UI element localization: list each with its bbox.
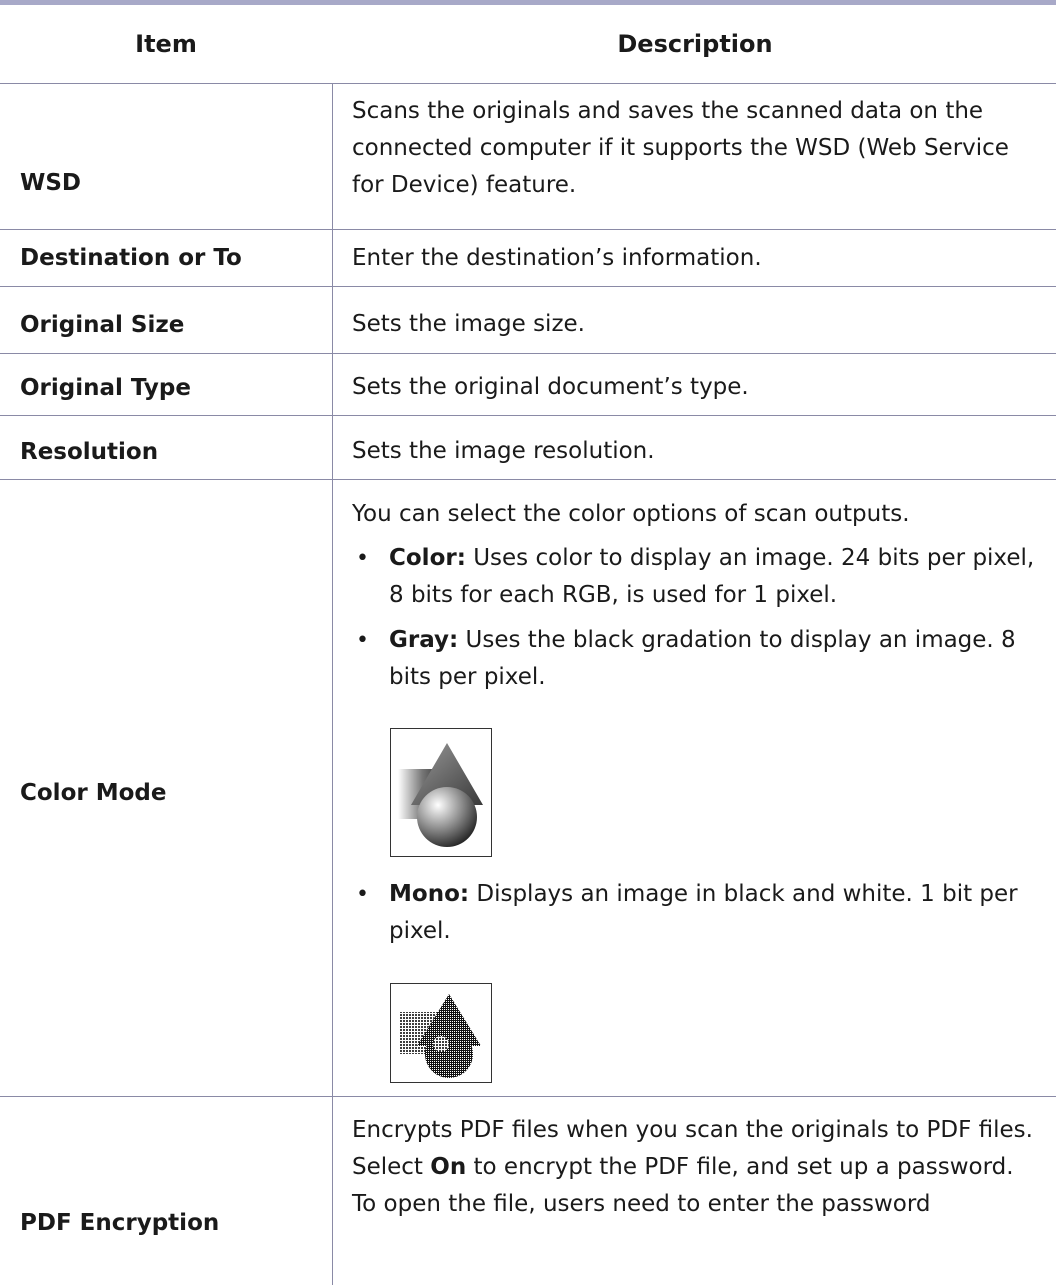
row-item-original-size: Original Size [20,312,185,338]
gray-sample-icon [390,728,492,857]
row-divider [0,1096,1056,1097]
row-description-destination: Enter the destination’s information. [352,245,762,271]
row-item-destination: Destination or To [20,245,242,271]
row-description-wsd: Scans the originals and saves the scanne… [352,98,1009,198]
row-divider [0,286,1056,287]
row-item-resolution: Resolution [20,439,159,465]
option-mono-text: Displays an image in black and white. 1 … [389,881,1018,944]
row-item-pdf-encryption: PDF Encryption [20,1210,220,1236]
option-color: Color: Uses color to display an image. 2… [389,540,1044,614]
column-divider [332,84,333,1285]
row-divider [0,415,1056,416]
row-divider [0,229,1056,230]
row-item-color-mode: Color Mode [20,780,167,806]
row-description-original-type: Sets the original document’s type. [352,374,749,400]
item-column-header: Item [135,30,197,58]
option-mono-label: Mono: [389,881,470,907]
row-description-resolution: Sets the image resolution. [352,438,655,464]
row-divider [0,479,1056,480]
row-description-original-size: Sets the image size. [352,311,585,337]
row-item-original-type: Original Type [20,375,191,401]
option-gray-label: Gray: [389,627,459,653]
option-mono: Mono: Displays an image in black and whi… [389,876,1044,950]
color-mode-intro: You can select the color options of scan… [352,501,910,527]
table-header: Item Description [0,5,1056,84]
description-column-header: Description [617,30,773,58]
pdf-desc-on: On [430,1154,467,1180]
option-color-text: Uses color to display an image. 24 bits … [389,545,1035,608]
option-color-label: Color: [389,545,466,571]
option-gray: Gray: Uses the black gradation to displa… [389,622,1044,696]
row-divider [0,353,1056,354]
bullet-gray: • [356,628,369,653]
bullet-color: • [356,546,369,571]
bullet-mono: • [356,882,369,907]
row-description-pdf-encryption: Encrypts PDF files when you scan the ori… [352,1112,1042,1223]
option-gray-text: Uses the black gradation to display an i… [389,627,1016,690]
row-item-wsd: WSD [20,170,82,196]
mono-sample-icon [390,983,492,1083]
